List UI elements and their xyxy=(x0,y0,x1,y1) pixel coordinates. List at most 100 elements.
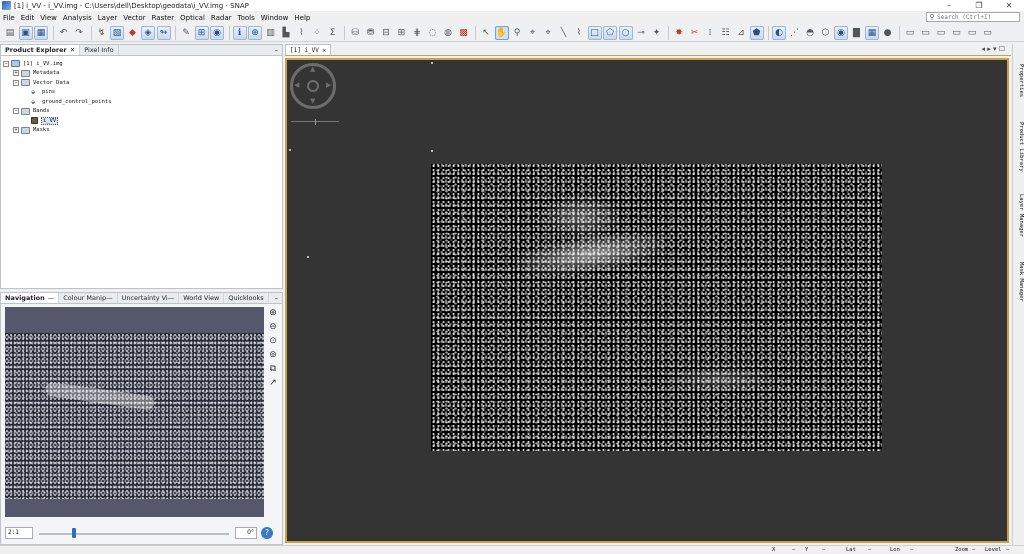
restore-window-button[interactable]: ❐ xyxy=(964,0,994,11)
zoom-scale-bar[interactable] xyxy=(291,119,339,125)
tab-quicklooks[interactable]: Quicklooks xyxy=(224,293,269,303)
new-product-icon[interactable]: ▤ xyxy=(3,26,17,40)
polygon-tool-icon[interactable]: ⬠ xyxy=(603,25,617,40)
tree-node-masks[interactable]: + Masks xyxy=(3,126,280,136)
rotation-angle-field[interactable]: 0° xyxy=(235,527,257,539)
polyline-tool-icon[interactable]: ⌇ xyxy=(572,26,586,40)
navigation-overview[interactable] xyxy=(5,307,264,517)
help-icon[interactable]: ? xyxy=(261,527,273,539)
range-finder-icon[interactable]: ⊸ xyxy=(634,26,648,40)
view-sync-icon[interactable]: ⛃ xyxy=(364,26,378,40)
menu-edit[interactable]: Edit xyxy=(21,14,35,22)
tab-pixel-info[interactable]: Pixel Info xyxy=(80,45,119,55)
menu-view[interactable]: View xyxy=(40,14,57,22)
zoom-tool-icon[interactable]: ⚲ xyxy=(510,26,524,40)
terrain-correction-icon[interactable]: ⊿ xyxy=(734,26,748,40)
subset-icon[interactable]: ▧ xyxy=(110,25,124,40)
expand-icon[interactable]: + xyxy=(13,127,19,134)
open-product-icon[interactable]: ▣ xyxy=(18,25,33,40)
geocoding-icon[interactable]: ⊕ xyxy=(248,25,262,40)
layout-1-icon[interactable]: ▭ xyxy=(903,26,917,40)
layout-4-icon[interactable]: ▭ xyxy=(950,26,964,40)
world-map-icon[interactable]: ◈ xyxy=(141,25,155,40)
tab-navigation[interactable]: Navigation — xyxy=(1,293,60,303)
save-product-icon[interactable]: ▦ xyxy=(34,25,48,40)
search-box[interactable]: ⚲ xyxy=(926,12,1020,22)
pan-up-icon[interactable]: ▲ xyxy=(310,65,315,73)
layout-6-icon[interactable]: ▭ xyxy=(981,26,995,40)
zoom-in-icon[interactable]: ⊕ xyxy=(267,307,279,319)
select-tool-icon[interactable]: ↖ xyxy=(479,26,493,40)
profile-plot-icon[interactable]: ⌇ xyxy=(295,26,309,40)
layout-5-icon[interactable]: ▭ xyxy=(965,26,979,40)
collapse-icon[interactable]: − xyxy=(13,79,19,86)
gcp-tool-icon[interactable]: ◌ xyxy=(426,26,440,40)
menu-analysis[interactable]: Analysis xyxy=(63,14,92,22)
tile-horizontal-icon[interactable]: ⊞ xyxy=(395,26,409,40)
collapse-icon[interactable]: − xyxy=(3,60,9,67)
information-icon[interactable]: ℹ xyxy=(232,25,247,40)
sync-cursor-icon[interactable]: ↗ xyxy=(267,377,279,389)
tab-uncertainty-visualisation[interactable]: Uncertainty Vi— xyxy=(118,293,180,303)
eye-icon[interactable]: ◉ xyxy=(834,25,848,40)
graticule-icon[interactable]: ▦ xyxy=(865,25,879,40)
tab-image-view[interactable]: [1] i_VV ✕ xyxy=(285,44,332,55)
menu-tools[interactable]: Tools xyxy=(238,14,255,22)
compass-center[interactable] xyxy=(307,80,319,92)
globe-icon[interactable]: ◐ xyxy=(772,25,786,40)
edit-vector-icon[interactable]: ✎ xyxy=(179,26,193,40)
pan-left-icon[interactable]: ◀ xyxy=(294,81,299,89)
line-drawing-tool-icon[interactable]: ╲ xyxy=(557,26,571,40)
tree-node-bands[interactable]: − Bands xyxy=(3,107,280,117)
minimize-panel-button[interactable]: – xyxy=(275,46,279,54)
navigation-compass-icon[interactable]: ▲ ▼ ◀ ▶ xyxy=(290,63,336,109)
zoom-out-icon[interactable]: ⊖ xyxy=(267,321,279,333)
tree-node-vector-data[interactable]: − Vector Data xyxy=(3,78,280,88)
minimize-window-button[interactable]: – xyxy=(934,0,964,11)
pan-down-icon[interactable]: ▼ xyxy=(310,97,315,105)
gcp-viewer-icon[interactable]: ◓ xyxy=(803,26,817,40)
tree-node-band-i-vv[interactable]: i_VV xyxy=(3,116,280,126)
sum-icon[interactable]: Σ xyxy=(326,26,340,40)
pan-tool-icon[interactable]: ✋ xyxy=(494,25,509,40)
pan-right-icon[interactable]: ▶ xyxy=(326,81,331,89)
tab-layer-manager[interactable]: Layer Manager xyxy=(1014,194,1024,237)
gcp-manager-icon[interactable]: ◉ xyxy=(210,25,224,40)
zoom-all-icon[interactable]: ⊚ xyxy=(267,349,279,361)
sar-image-raster[interactable] xyxy=(431,164,882,451)
close-window-button[interactable]: ✕ xyxy=(994,0,1024,11)
radar-coregister-icon[interactable]: ✂ xyxy=(688,26,702,40)
tab-properties[interactable]: Properties xyxy=(1014,64,1024,97)
speckle-filter-icon[interactable]: ☷ xyxy=(719,26,733,40)
binary-ops-icon[interactable]: ⁞ xyxy=(703,26,717,40)
layout-3-icon[interactable]: ▭ xyxy=(934,26,948,40)
pin-placing-tool-icon[interactable]: ⌖ xyxy=(526,26,540,40)
graph-builder-icon[interactable]: ◍ xyxy=(441,26,455,40)
tab-mask-manager[interactable]: Mask Manager xyxy=(1014,262,1024,302)
statistics-icon[interactable]: ▥ xyxy=(264,26,278,40)
dark-sphere-icon[interactable]: ● xyxy=(881,26,895,40)
tile-views-icon[interactable]: ⊟ xyxy=(379,26,393,40)
mosaic-icon[interactable]: ⬡ xyxy=(819,26,833,40)
expand-icon[interactable]: + xyxy=(13,70,19,77)
reprojection-icon[interactable]: ↬ xyxy=(156,25,171,40)
gcp-placing-tool-icon[interactable]: ⌖ xyxy=(541,26,555,40)
sync-views-icon[interactable]: ⧉ xyxy=(267,363,279,375)
band-maths-icon[interactable]: ↯ xyxy=(95,26,109,40)
close-tab-icon[interactable]: ✕ xyxy=(319,47,327,54)
search-input[interactable] xyxy=(937,13,1017,21)
menu-file[interactable]: File xyxy=(3,14,15,22)
close-tab-icon[interactable]: ✕ xyxy=(70,46,75,54)
magic-wand-icon[interactable]: ✦ xyxy=(650,26,664,40)
tree-node-product[interactable]: − [1] i_VV.img xyxy=(3,59,280,69)
ellipse-tool-icon[interactable]: ○ xyxy=(618,25,633,40)
view-nav-controls[interactable]: ◂ ▸ ▾ ☐ xyxy=(982,45,1006,53)
tab-minimize-icon[interactable]: — xyxy=(48,294,55,302)
menu-vector[interactable]: Vector xyxy=(123,14,145,22)
menu-optical[interactable]: Optical xyxy=(180,14,205,22)
layer-sync-icon[interactable]: ⛁ xyxy=(348,26,362,40)
collapse-icon[interactable]: − xyxy=(13,108,19,115)
menu-radar[interactable]: Radar xyxy=(211,14,232,22)
redo-icon[interactable]: ↷ xyxy=(72,26,86,40)
bar-chart-icon[interactable]: ▇ xyxy=(850,26,864,40)
